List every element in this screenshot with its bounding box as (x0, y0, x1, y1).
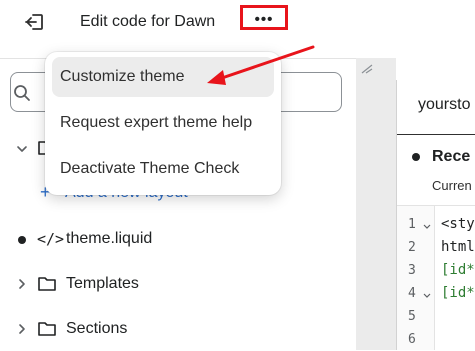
panel-divider (356, 58, 396, 350)
more-actions-button[interactable]: ••• (240, 5, 288, 30)
code-file-icon: </> (37, 230, 65, 248)
menu-item-request-expert-help[interactable]: Request expert theme help (52, 103, 274, 143)
fold-chevron-icon[interactable] (423, 292, 431, 300)
unsaved-dot (18, 236, 26, 244)
folder-icon (38, 277, 56, 291)
current-version-label: Curren (432, 178, 472, 193)
search-icon (14, 85, 30, 101)
code-line: <sty (441, 216, 475, 232)
editor-tab[interactable]: yoursto (418, 96, 470, 114)
menu-item-label: Request expert theme help (60, 114, 253, 131)
unsaved-dot (412, 153, 420, 161)
top-bar (0, 0, 475, 44)
line-number: 6 (408, 332, 416, 347)
fold-chevron-icon[interactable] (423, 223, 431, 231)
line-number: 3 (408, 263, 416, 278)
line-number: 1 (408, 217, 416, 232)
menu-item-label: Customize theme (60, 68, 185, 85)
line-number: 2 (408, 240, 416, 255)
code-line: [id* (441, 285, 475, 301)
chevron-down-icon[interactable] (15, 142, 29, 156)
folder-icon (38, 322, 56, 336)
file-item-theme-liquid[interactable]: theme.liquid (66, 230, 152, 248)
code-line: [id* (441, 262, 475, 278)
more-icon: ••• (254, 11, 274, 28)
chevron-right-icon[interactable] (15, 322, 29, 336)
exit-button[interactable] (22, 10, 48, 34)
chevron-right-icon[interactable] (15, 277, 29, 291)
tab-underline (397, 134, 475, 135)
line-number: 4 (408, 286, 416, 301)
line-number: 5 (408, 309, 416, 324)
recent-changes-heading: Rece (432, 148, 471, 165)
page-title: Edit code for Dawn (80, 13, 216, 30)
menu-item-label: Deactivate Theme Check (60, 160, 240, 177)
code-line: html (441, 239, 475, 255)
annotation-arrow (207, 45, 315, 85)
resize-handle-icon[interactable] (361, 64, 373, 74)
folder-item-sections[interactable]: Sections (66, 320, 127, 338)
menu-item-deactivate-theme-check[interactable]: Deactivate Theme Check (52, 149, 274, 189)
exit-icon (25, 14, 43, 30)
folder-item-templates[interactable]: Templates (66, 275, 139, 293)
